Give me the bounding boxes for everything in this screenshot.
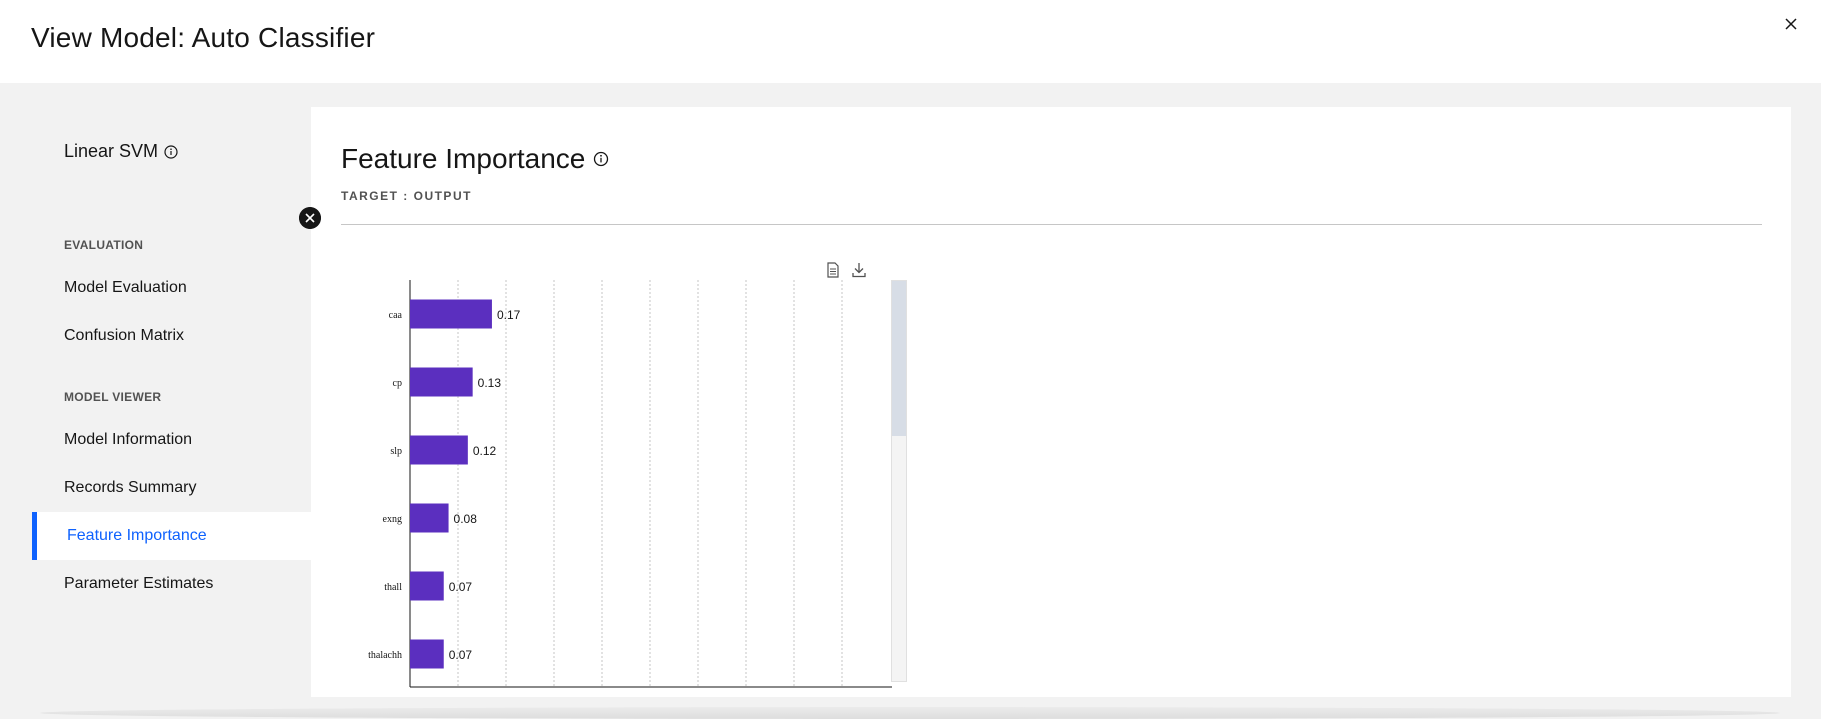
model-name-label: Linear SVM	[64, 141, 159, 161]
section-label-model-viewer: MODEL VIEWER	[64, 390, 162, 404]
close-icon[interactable]	[1781, 14, 1801, 34]
nav-item-feature-importance[interactable]: Feature Importance	[32, 512, 311, 560]
category-label: thall	[384, 582, 402, 593]
window-title: View Model: Auto Classifier	[31, 22, 376, 53]
bar-caa	[410, 299, 492, 329]
sidebar: Linear SVM EVALUATION Model Evaluation C…	[0, 83, 311, 703]
nav-item-parameter-estimates[interactable]: Parameter Estimates	[32, 560, 311, 608]
category-label: exng	[383, 514, 402, 525]
value-label: 0.07	[449, 580, 473, 594]
value-label: 0.08	[454, 512, 478, 526]
bar-cp	[410, 367, 473, 397]
section-label-evaluation: EVALUATION	[64, 238, 144, 252]
bar-slp	[410, 435, 468, 465]
model-name: Linear SVM	[64, 141, 178, 162]
nav-item-confusion-matrix[interactable]: Confusion Matrix	[32, 312, 311, 360]
category-label: caa	[389, 310, 403, 321]
nav-item-model-information[interactable]: Model Information	[32, 416, 311, 464]
nav-item-records-summary[interactable]: Records Summary	[32, 464, 311, 512]
header: View Model: Auto Classifier	[0, 0, 1821, 83]
value-label: 0.07	[449, 648, 473, 662]
collapse-icon[interactable]	[299, 207, 321, 229]
value-label: 0.17	[497, 308, 521, 322]
value-label: 0.12	[473, 444, 497, 458]
info-icon[interactable]	[164, 144, 178, 159]
feature-importance-chart: caa 0.17 cp 0.13 slp 0.12 exng 0.08 thall 0.07 tha…	[368, 280, 892, 688]
category-label: thalachh	[368, 650, 402, 661]
nav-item-model-evaluation[interactable]: Model Evaluation	[32, 264, 311, 312]
feature-importance-panel: Feature Importance TARGET : OUTPUT caa 0…	[311, 107, 1791, 697]
footer-shadow	[40, 707, 1780, 719]
chart-scrollbar[interactable]	[891, 280, 907, 682]
bar-thall	[410, 571, 444, 601]
category-label: slp	[390, 446, 402, 457]
chart-scrollbar-thumb[interactable]	[892, 281, 906, 436]
body-area: Linear SVM EVALUATION Model Evaluation C…	[0, 83, 1821, 719]
value-label: 0.13	[478, 376, 502, 390]
bar-thalachh	[410, 639, 444, 669]
bar-exng	[410, 503, 449, 533]
category-label: cp	[393, 378, 402, 389]
